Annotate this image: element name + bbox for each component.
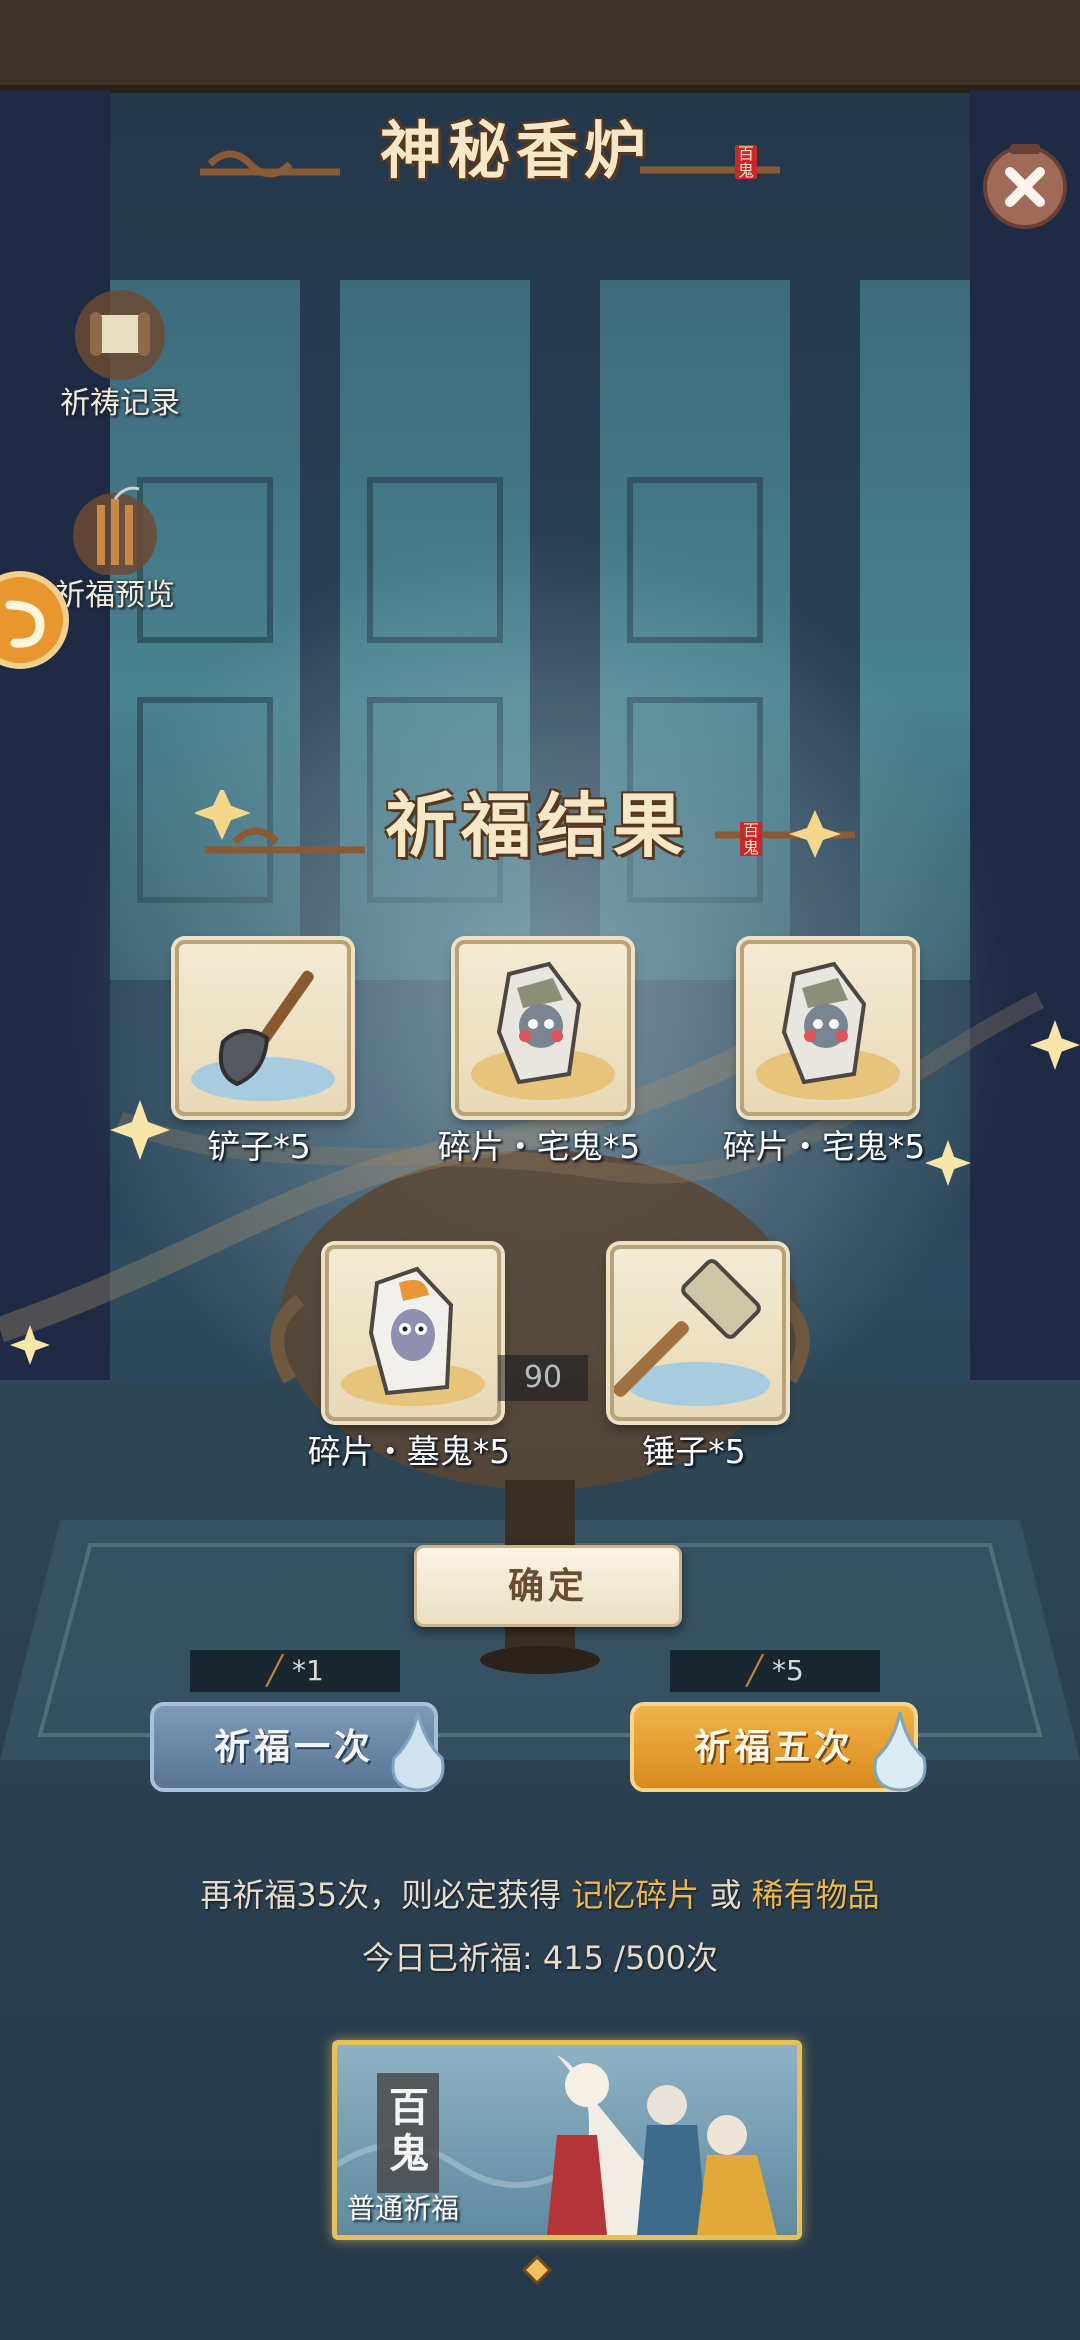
today-label: 今日已祈福: <box>361 1939 533 1977</box>
hammer-icon <box>614 1259 770 1406</box>
diamond-icon <box>521 2254 553 2286</box>
reward-item-label: 碎片・宅鬼*5 <box>437 1127 641 1166</box>
house-ghost-fragment-icon <box>756 961 900 1100</box>
burner-number: 90 <box>498 1355 588 1401</box>
title-banner: 神秘香炉 百鬼 <box>190 100 790 200</box>
swirl-icon <box>0 571 69 669</box>
guarantee-prefix: 再祈福35次，则必定获得 <box>200 1876 562 1914</box>
today-count: 415 /500次 <box>542 1939 719 1977</box>
reward-item-label: 碎片・墓鬼*5 <box>307 1432 511 1471</box>
normal-blessing-banner[interactable]: 百 鬼 普通祈福 <box>332 2040 802 2240</box>
pray-five-group: ╱ *5 祈福五次 <box>630 1650 950 1810</box>
page-title: 神秘香炉 <box>380 114 653 187</box>
reward-item-label: 锤子*5 <box>642 1432 746 1471</box>
reward-card <box>455 940 631 1116</box>
prayer-record-label: 祈祷记录 <box>60 386 180 421</box>
scroll-icon <box>75 290 165 380</box>
spirit-flame-icon <box>873 1712 927 1792</box>
pray-five-cost-value: *5 <box>771 1654 804 1687</box>
house-ghost-fragment-icon <box>471 961 615 1100</box>
pray-one-group: ╱ *1 祈福一次 <box>150 1650 450 1810</box>
guarantee-reward-b: 稀有物品 <box>751 1876 880 1914</box>
pray-one-cost: ╱ *1 <box>190 1650 400 1692</box>
reward-item-4[interactable]: 碎片・墓鬼*5 <box>308 1245 510 1471</box>
close-icon <box>983 144 1067 229</box>
reward-item-5[interactable]: 锤子*5 <box>610 1245 786 1471</box>
guarantee-conj: 或 <box>709 1876 742 1914</box>
banner-seal: 百 鬼 <box>389 2084 429 2177</box>
reward-card <box>740 940 916 1116</box>
result-banner: 祈福结果 百鬼 <box>195 750 875 880</box>
reward-card <box>325 1245 501 1421</box>
title-seal: 百鬼 <box>735 145 757 179</box>
guarantee-info: 再祈福35次，则必定获得 记忆碎片 或 稀有物品 <box>0 1870 1080 1916</box>
sparkle-icon <box>1030 1020 1080 1070</box>
prayer-record-button[interactable]: 祈祷记录 <box>50 290 200 421</box>
tomb-ghost-fragment-icon <box>341 1266 485 1406</box>
reward-card <box>610 1245 786 1421</box>
reward-item-1[interactable]: 铲子*5 <box>175 940 351 1166</box>
pray-one-cost-value: *1 <box>291 1654 324 1687</box>
reward-item-3[interactable]: 碎片・宅鬼*5 <box>723 940 925 1166</box>
guarantee-reward-a: 记忆碎片 <box>571 1876 700 1914</box>
sparkle-icon <box>10 1325 50 1365</box>
reward-item-2[interactable]: 碎片・宅鬼*5 <box>438 940 640 1166</box>
result-title: 祈福结果 <box>385 784 689 867</box>
close-button[interactable] <box>980 140 1070 230</box>
confirm-button[interactable]: 确定 <box>414 1545 682 1627</box>
shovel-icon <box>191 970 335 1101</box>
result-seal: 百鬼 <box>740 822 762 856</box>
incense-icon: ╱ <box>746 1654 772 1687</box>
sparkle-icon <box>925 1140 971 1186</box>
today-count-info: 今日已祈福: 415 /500次 <box>0 1933 1080 1979</box>
incense-sticks-icon <box>73 486 157 575</box>
incense-icon: ╱ <box>266 1654 292 1687</box>
page-indicator <box>521 2254 553 2286</box>
pray-five-cost: ╱ *5 <box>670 1650 880 1692</box>
reward-card <box>175 940 351 1116</box>
banner-label: 普通祈福 <box>347 2192 460 2225</box>
sparkle-icon <box>110 1100 170 1160</box>
spirit-flame-icon <box>391 1712 445 1792</box>
side-float-button[interactable] <box>0 570 70 670</box>
